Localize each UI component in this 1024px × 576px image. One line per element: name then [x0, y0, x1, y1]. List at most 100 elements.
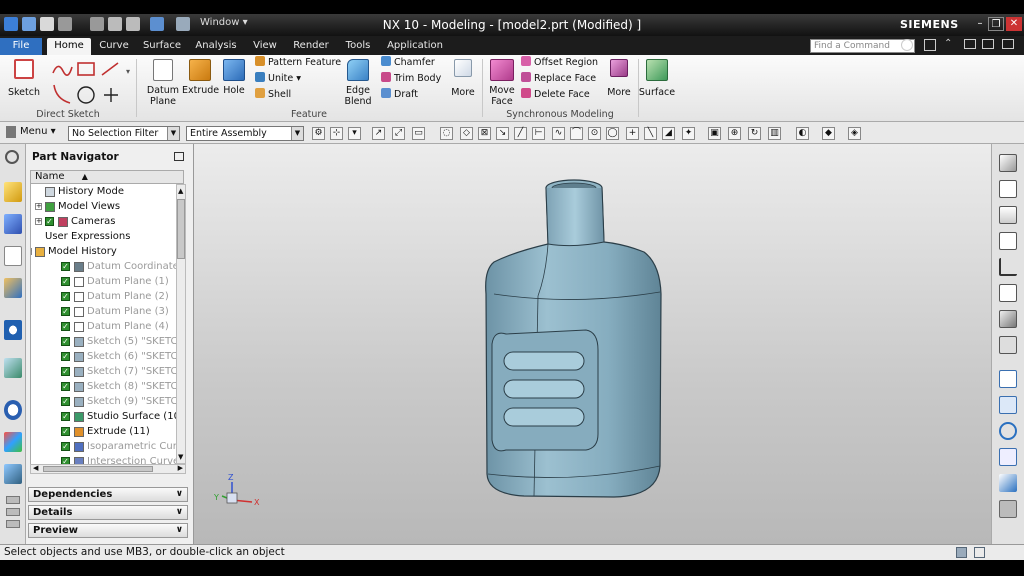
palettes-icon[interactable]: [4, 432, 22, 452]
rotate-view-icon[interactable]: [999, 422, 1017, 440]
tree-row[interactable]: ✓ Studio Surface (10): [31, 409, 176, 424]
pan-icon[interactable]: [999, 448, 1017, 466]
tab-curve[interactable]: Curve: [94, 38, 134, 55]
tree-row[interactable]: ✓ Sketch (7) "SKETCH...: [31, 364, 176, 379]
snap-quadrant-icon[interactable]: ◯: [606, 127, 619, 140]
snap-arrow-icon[interactable]: ↘: [496, 127, 509, 140]
process-studio-icon[interactable]: [4, 464, 22, 484]
rectangle-icon[interactable]: [77, 62, 95, 76]
tree-row[interactable]: ✓ Sketch (8) "SKETCH...: [31, 379, 176, 394]
select-face-icon[interactable]: ◇: [460, 127, 473, 140]
horizontal-scrollbar[interactable]: ◀ ▶: [30, 464, 186, 474]
mini-close-icon[interactable]: [1002, 39, 1014, 49]
chevron-down-icon[interactable]: ▼: [178, 453, 183, 461]
assembly-navigator-icon[interactable]: [4, 182, 22, 202]
maximize-icon[interactable]: [174, 152, 184, 161]
view-trimetric-icon[interactable]: [999, 336, 1017, 354]
view-bottom-icon[interactable]: [999, 284, 1017, 302]
history-icon[interactable]: [4, 400, 22, 420]
tree-row[interactable]: ✓ Datum Coordinate ...: [31, 259, 176, 274]
select-feature-icon[interactable]: ⊹: [330, 127, 343, 140]
sync-more-button[interactable]: More: [604, 59, 634, 107]
tree-row[interactable]: + Model Views: [31, 199, 176, 214]
visibility-checkbox[interactable]: ✓: [61, 322, 70, 331]
reuse-library-icon[interactable]: [4, 278, 22, 298]
tree-row[interactable]: ✓ Extrude (11): [31, 424, 176, 439]
snap-intersection-icon[interactable]: ╲: [644, 127, 657, 140]
snap-line-icon[interactable]: ╱: [514, 127, 527, 140]
follow-curve-icon[interactable]: ↗: [372, 127, 385, 140]
vertical-scrollbar[interactable]: ▲ ▼: [176, 184, 186, 464]
minimize-button[interactable]: –: [972, 17, 988, 31]
mini-minimize-icon[interactable]: [964, 39, 976, 49]
tree-row[interactable]: ✓ Datum Plane (2): [31, 289, 176, 304]
vertical-scroll-thumb[interactable]: [177, 199, 185, 259]
visibility-checkbox[interactable]: ✓: [61, 262, 70, 271]
visibility-checkbox[interactable]: ✓: [61, 442, 70, 451]
tab-file[interactable]: File: [0, 38, 42, 55]
replace-face-button[interactable]: Replace Face: [521, 72, 596, 86]
rectangle-select-icon[interactable]: ▭: [412, 127, 425, 140]
status-grid-icon[interactable]: [956, 547, 967, 558]
view-front-icon[interactable]: [999, 180, 1017, 198]
expand-toggle-icon[interactable]: +: [35, 203, 42, 210]
trim-body-button[interactable]: Trim Body: [381, 72, 441, 86]
expand-toggle-icon[interactable]: +: [35, 218, 42, 225]
tab-tools[interactable]: Tools: [338, 38, 378, 55]
scroll-down-icon[interactable]: [6, 508, 20, 516]
tab-surface[interactable]: Surface: [138, 38, 186, 55]
column-header-name[interactable]: Name ▲: [30, 170, 184, 184]
edit-section-icon[interactable]: [999, 474, 1017, 492]
line-icon[interactable]: [101, 62, 119, 76]
menu-button[interactable]: Menu ▾: [20, 126, 56, 137]
view-iso-icon[interactable]: [999, 154, 1017, 172]
view-top-icon[interactable]: [999, 206, 1017, 224]
tree-row[interactable]: + Model History: [31, 244, 176, 259]
orient-view-icon[interactable]: ◆: [822, 127, 835, 140]
draft-button[interactable]: Draft: [381, 88, 418, 102]
rotate-icon[interactable]: ↻: [748, 127, 761, 140]
tab-analysis[interactable]: Analysis: [190, 38, 242, 55]
general-selection-icon[interactable]: ⚙: [312, 127, 325, 140]
snap-pole-icon[interactable]: ✦: [682, 127, 695, 140]
tree-row[interactable]: User Expressions: [31, 229, 176, 244]
sketch-more-chevron-icon[interactable]: ▾: [126, 67, 130, 76]
visibility-checkbox[interactable]: ✓: [61, 277, 70, 286]
visibility-checkbox[interactable]: ✓: [61, 457, 70, 464]
tree-row[interactable]: History Mode: [31, 184, 176, 199]
tab-application[interactable]: Application: [384, 38, 446, 55]
zoom-window-icon[interactable]: [999, 396, 1017, 414]
tree-row[interactable]: ✓ Datum Plane (1): [31, 274, 176, 289]
chevron-left-icon[interactable]: ◀: [33, 464, 38, 472]
tree-row[interactable]: ✓ Isoparametric Curv...: [31, 439, 176, 454]
chevron-up-icon[interactable]: ▲: [178, 187, 183, 195]
view-fit-icon[interactable]: ▣: [708, 127, 721, 140]
restore-button[interactable]: ❐: [988, 17, 1004, 31]
part-navigator-icon[interactable]: [4, 246, 22, 266]
search-icon[interactable]: [901, 39, 913, 51]
chamfer-button[interactable]: Chamfer: [381, 56, 435, 70]
layer-settings-icon[interactable]: ◈: [848, 127, 861, 140]
visibility-checkbox[interactable]: ✓: [61, 307, 70, 316]
visibility-checkbox[interactable]: ✓: [61, 427, 70, 436]
sketch-button[interactable]: Sketch: [6, 59, 42, 103]
constraint-navigator-icon[interactable]: [4, 214, 22, 234]
point-icon[interactable]: [104, 88, 118, 102]
tree-row[interactable]: ✓ Datum Plane (3): [31, 304, 176, 319]
scroll-up-icon[interactable]: [6, 496, 20, 504]
tree-row[interactable]: ✓ Sketch (5) "SKETCH...: [31, 334, 176, 349]
tree-row[interactable]: ✓ Intersection Curves: [31, 454, 176, 464]
visibility-checkbox[interactable]: ✓: [61, 367, 70, 376]
shaded-edges-icon[interactable]: ◐: [796, 127, 809, 140]
studio-spline-icon[interactable]: [52, 65, 73, 76]
visibility-checkbox[interactable]: ✓: [61, 337, 70, 346]
pattern-feature-button[interactable]: Pattern Feature: [255, 56, 341, 70]
view-left-icon[interactable]: [999, 258, 1017, 276]
tree-row[interactable]: ✓ Sketch (9) "SKETCH...: [31, 394, 176, 409]
snap-bounded-icon[interactable]: ◢: [662, 127, 675, 140]
bottle-solid[interactable]: [485, 179, 662, 498]
tree-row[interactable]: + ✓ Cameras: [31, 214, 176, 229]
find-command-input[interactable]: Find a Command: [810, 39, 915, 53]
web-browser-icon[interactable]: [4, 358, 22, 378]
render-style-icon[interactable]: ▥: [768, 127, 781, 140]
